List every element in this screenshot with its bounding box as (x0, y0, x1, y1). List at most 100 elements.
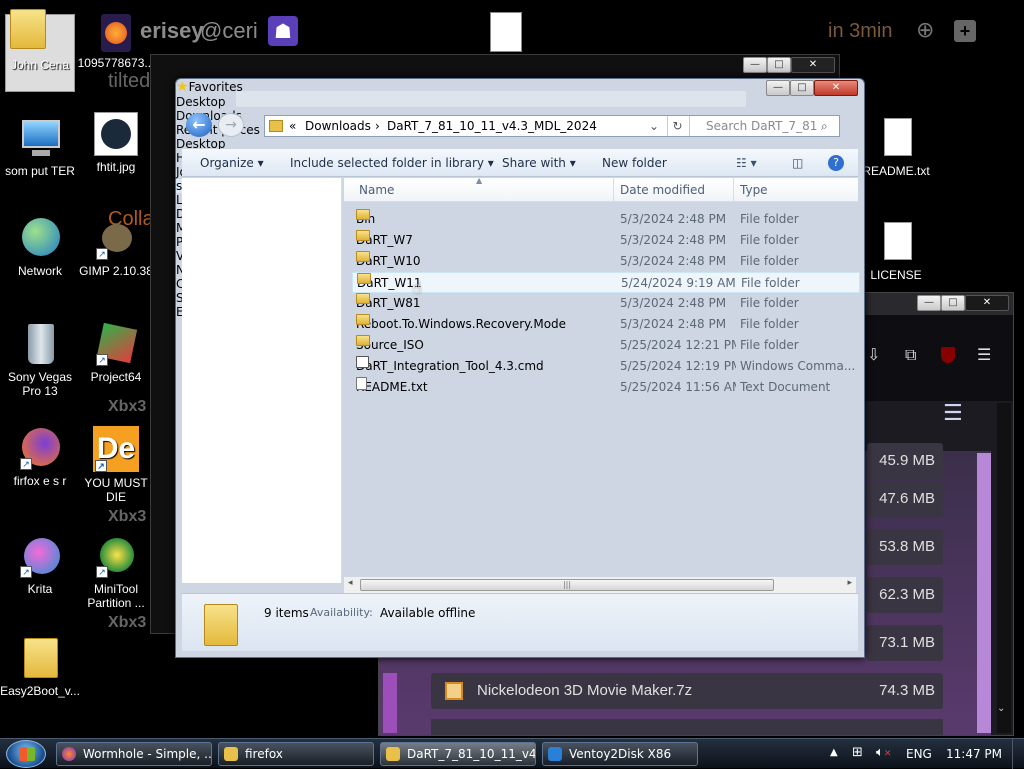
search-input[interactable]: Search DaRT_7_81_10_... (689, 116, 817, 136)
minimize-button[interactable]: — (743, 57, 767, 73)
banner-tilted: tilted (108, 70, 151, 92)
breadcrumb-separator: › (375, 119, 380, 133)
network-tray-icon[interactable]: ⊞ (852, 745, 863, 760)
folder-icon (18, 636, 62, 680)
download-size: 74.3 MB (879, 682, 935, 699)
include-in-library-button[interactable]: Include selected folder in library ▾ (290, 149, 494, 177)
file-row[interactable]: DaRT_W11 5/24/2024 9:19 AM File folder (352, 272, 860, 293)
file-date: 5/25/2024 11:56 AM (620, 380, 736, 394)
download-item[interactable]: Nickelodeon 3D Movie Maker.7z 74.3 MB (431, 673, 943, 709)
file-row[interactable]: DaRT_W81 5/3/2024 2:48 PM File folder (352, 293, 860, 314)
file-icon[interactable] (490, 12, 522, 52)
taskbar-item-firefox-folder[interactable]: firefox (218, 742, 374, 766)
horizontal-scrollbar[interactable]: ◂ ||| ▸ (344, 577, 856, 593)
forward-button[interactable]: → (218, 113, 244, 137)
page-menu-icon[interactable]: ☰ (943, 401, 963, 426)
desktop-icon-image-file[interactable]: 1095778673... (76, 14, 156, 70)
preview-pane-icon[interactable]: ◫ (792, 149, 803, 177)
desktop-icon-readme[interactable]: README.txt (856, 116, 936, 178)
file-row[interactable]: Bin 5/3/2024 2:48 PM File folder (352, 209, 860, 230)
show-hidden-icons[interactable]: ▲ (830, 747, 838, 758)
download-item[interactable]: 62.3 MB (867, 577, 943, 613)
share-with-button[interactable]: Share with ▾ (502, 149, 576, 177)
clock[interactable]: 11:47 PM (946, 747, 1002, 761)
desktop-icon-fhtit[interactable]: fhtit.jpg (76, 112, 156, 174)
desktop-icon-project64[interactable]: ↗ Project64 (76, 322, 156, 384)
minimize-button[interactable]: — (917, 295, 941, 311)
ublock-icon[interactable] (941, 347, 955, 363)
download-item-partial (431, 719, 943, 735)
desktop-icon-krita[interactable]: ↗ Krita (0, 534, 80, 596)
file-row[interactable]: Source_ISO 5/25/2024 12:21 PM File folder (352, 335, 860, 356)
desktop-icon-john-cena[interactable]: John Cena (0, 9, 80, 96)
explorer-window[interactable]: — □ ✕ ← → « Downloads › DaRT_7_81_10_11_… (175, 78, 865, 658)
back-button[interactable]: ← (186, 113, 212, 137)
start-button[interactable] (6, 740, 46, 768)
desktop-icon-gimp[interactable]: ↗ GIMP 2.10.38 (76, 216, 156, 278)
download-item[interactable]: 45.9 MB (867, 443, 943, 479)
column-header-type[interactable]: Type (734, 178, 858, 202)
desktop-icon-computer[interactable]: som put TER (0, 116, 80, 178)
maximize-button[interactable]: □ (941, 295, 965, 311)
view-options-icon[interactable]: ☷ ▾ (736, 149, 757, 177)
address-bar[interactable]: « Downloads › DaRT_7_81_10_11_v4.3_MDL_2… (264, 115, 840, 137)
extensions-icon[interactable]: ⧉ (905, 345, 916, 365)
close-button[interactable]: ✕ (965, 295, 1009, 311)
folder-icon (224, 747, 238, 761)
banner-handle: @ceri (200, 18, 258, 43)
desktop-icon-sony-vegas[interactable]: Sony Vegas Pro 13 (0, 322, 80, 398)
help-icon[interactable]: ? (828, 155, 844, 171)
desktop-icon-label: John Cena (10, 58, 70, 72)
refresh-icon[interactable]: ↻ (667, 116, 687, 136)
scroll-right-icon[interactable]: ▸ (847, 578, 852, 588)
file-row[interactable]: DaRT_W7 5/3/2024 2:48 PM File folder (352, 230, 860, 251)
desktop-icon-license[interactable]: LICENSE (856, 220, 936, 282)
desktop-icon-easy2boot[interactable]: Easy2Boot_v... (0, 636, 80, 698)
taskbar-item-ventoy[interactable]: Ventoy2Disk X86 (542, 742, 698, 766)
scroll-left-icon[interactable]: ◂ (348, 578, 353, 588)
maximize-button[interactable]: □ (790, 80, 814, 96)
scrollbar[interactable]: ⌄ (997, 403, 1011, 733)
volume-muted-icon[interactable]: 🔈︎✕ (876, 745, 891, 760)
file-row[interactable]: README.txt 5/25/2024 11:56 AM Text Documen… (352, 377, 860, 398)
chevron-down-icon[interactable]: ⌄ (649, 116, 659, 136)
menu-icon[interactable]: ☰ (977, 345, 991, 364)
breadcrumb-downloads[interactable]: Downloads (305, 116, 371, 136)
desktop-icon-minitool[interactable]: ↗ MiniTool Partition ... (76, 534, 156, 610)
search-icon[interactable]: ⌕ (821, 116, 828, 136)
download-item[interactable]: 47.6 MB (867, 481, 943, 517)
file-row[interactable]: DaRT_Integration_Tool_4.3.cmd 5/25/2024 1… (352, 356, 860, 377)
file-row[interactable]: Reboot.To.Windows.Recovery.Mode 5/3/2024 … (352, 314, 860, 335)
desktop-icon-you-must-die[interactable]: De ↗ YOU MUST DIE (76, 426, 156, 504)
download-item[interactable]: 53.8 MB (867, 529, 943, 565)
text-file-icon (356, 377, 367, 390)
download-arrow-icon[interactable]: ⇩ (867, 345, 880, 364)
desktop-icon-firefox[interactable]: ↗ firfox e s r (0, 426, 80, 488)
maximize-button[interactable]: □ (767, 57, 791, 73)
file-type: File folder (740, 212, 799, 226)
close-button[interactable]: ✕ (814, 80, 858, 96)
taskbar-item-dart-folder[interactable]: DaRT_7_81_10_11_v4.... (380, 742, 536, 766)
title-strip (236, 91, 746, 107)
breadcrumb-prefix[interactable]: « (289, 116, 296, 136)
file-date: 5/24/2024 9:19 AM (621, 276, 736, 290)
taskbar: Wormhole - Simple, ... firefox DaRT_7_81… (0, 738, 1024, 769)
scroll-thumb[interactable]: ||| (360, 579, 774, 591)
language-indicator[interactable]: ENG (906, 747, 932, 761)
download-item[interactable]: 73.1 MB (867, 625, 943, 661)
show-desktop-button[interactable] (1012, 739, 1024, 769)
breadcrumb-current-folder[interactable]: DaRT_7_81_10_11_v4.3_MDL_2024 (387, 116, 597, 136)
file-row[interactable]: DaRT_W10 5/3/2024 2:48 PM File folder (352, 251, 860, 272)
desktop-icon-network[interactable]: Network (0, 216, 80, 278)
taskbar-item-wormhole[interactable]: Wormhole - Simple, ... (56, 742, 212, 766)
firefox-icon (62, 747, 76, 761)
file-name: DaRT_Integration_Tool_4.3.cmd (356, 356, 612, 377)
organize-button[interactable]: Organize ▾ (200, 149, 264, 177)
new-folder-button[interactable]: New folder (602, 149, 667, 177)
minimize-button[interactable]: — (766, 80, 790, 96)
close-button[interactable]: ✕ (791, 57, 835, 73)
computer-icon (18, 116, 62, 160)
column-header-date[interactable]: Date modified (614, 178, 734, 202)
minitool-icon: ↗ (94, 534, 138, 578)
archive-icon (445, 682, 463, 700)
